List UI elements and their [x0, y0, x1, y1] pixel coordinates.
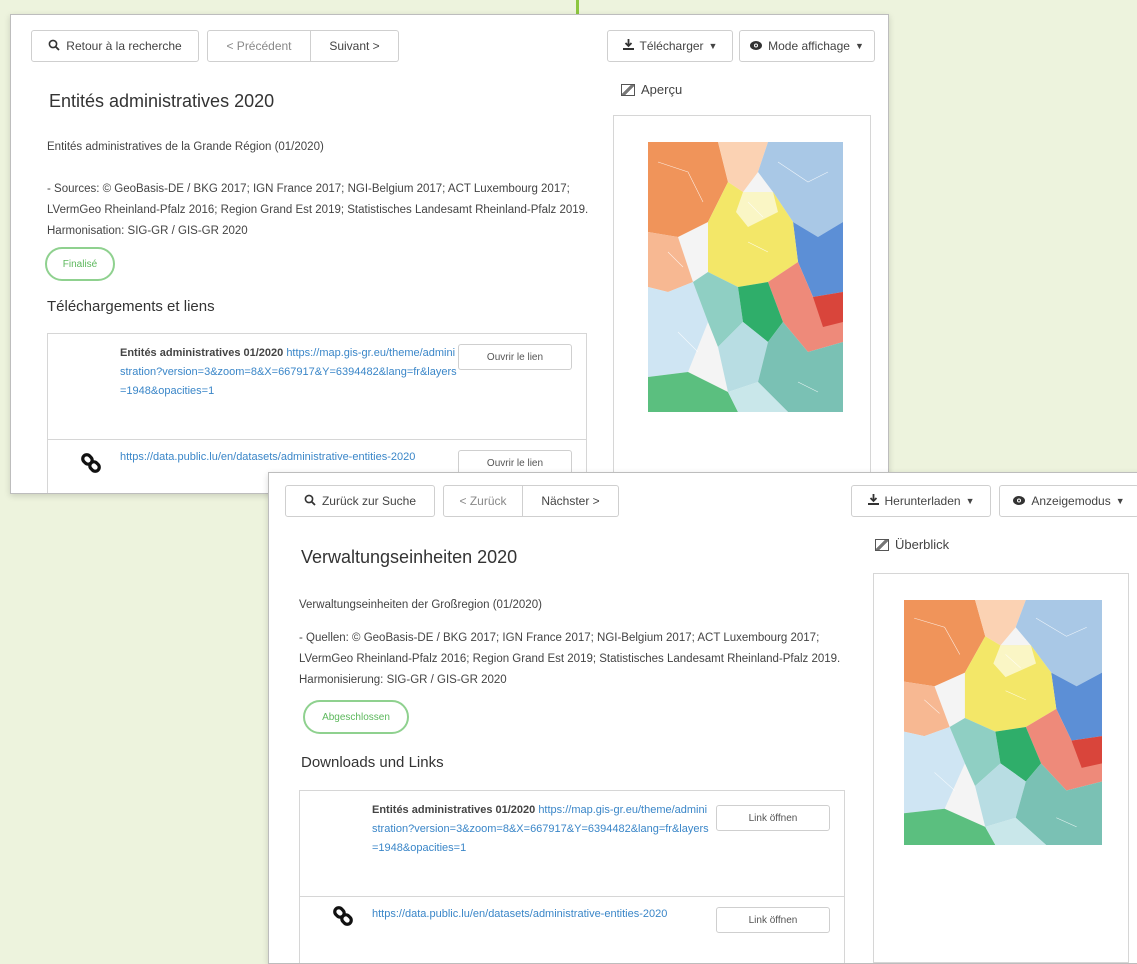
back-to-search-button[interactable]: Zurück zur Suche	[285, 485, 435, 517]
preview-label-text: Überblick	[895, 537, 950, 552]
eye-icon	[1013, 494, 1026, 508]
dataset-subtitle: Verwaltungseinheiten der Großregion (01/…	[299, 599, 542, 611]
screenshot-fr: Retour à la recherche < Précédent Suivan…	[10, 14, 889, 494]
link-url[interactable]: https://data.public.lu/en/datasets/admin…	[120, 451, 415, 463]
open-link-button[interactable]: Ouvrir le lien	[458, 344, 572, 370]
preview-thumbnail[interactable]	[613, 115, 871, 493]
page-title: Entités administratives 2020	[49, 91, 275, 111]
link-row: https://data.public.lu/en/datasets/admin…	[300, 897, 844, 963]
preview-thumbnail[interactable]	[873, 573, 1129, 963]
status-badge: Finalisé	[45, 247, 115, 281]
status-badge: Abgeschlossen	[303, 700, 409, 734]
image-icon	[875, 538, 889, 551]
download-icon	[867, 494, 879, 508]
pager: < Zurück Nächster >	[443, 485, 619, 517]
link-chain-icon	[78, 450, 104, 481]
link-name: Entités administratives 01/2020	[120, 347, 284, 359]
dataset-subtitle: Entités administratives de la Grande Rég…	[47, 141, 324, 153]
chevron-down-icon: ▼	[708, 41, 718, 51]
previous-button[interactable]: < Précédent	[207, 30, 311, 62]
download-label: Télécharger	[639, 39, 704, 53]
chevron-down-icon: ▼	[854, 41, 864, 51]
back-to-search-label: Retour à la recherche	[66, 39, 182, 53]
link-text[interactable]: https://data.public.lu/en/datasets/admin…	[372, 905, 672, 924]
next-button[interactable]: Suivant >	[311, 30, 399, 62]
back-to-search-label: Zurück zur Suche	[321, 494, 417, 508]
section-title-links: Downloads und Links	[301, 754, 444, 771]
decorative-line-top	[576, 0, 579, 14]
map-thumbnail	[904, 600, 1102, 845]
previous-button[interactable]: < Zurück	[443, 485, 523, 517]
link-name: Entités administratives 01/2020	[372, 804, 536, 816]
display-mode-button[interactable]: Anzeigemodus ▼	[999, 485, 1137, 517]
download-button[interactable]: Télécharger ▼	[607, 30, 733, 62]
link-row: Entités administratives 01/2020 https://…	[300, 791, 844, 896]
display-mode-label: Mode affichage	[768, 39, 850, 53]
next-button[interactable]: Nächster >	[523, 485, 619, 517]
link-url[interactable]: https://data.public.lu/en/datasets/admin…	[372, 908, 667, 920]
preview-label: Aperçu	[621, 82, 682, 97]
link-text[interactable]: Entités administratives 01/2020 https://…	[120, 344, 460, 401]
links-table: Entités administratives 01/2020 https://…	[47, 333, 587, 493]
screenshot-de: Zurück zur Suche < Zurück Nächster > Her…	[268, 472, 1137, 964]
link-chain-icon	[330, 903, 356, 934]
preview-label: Überblick	[875, 537, 949, 552]
page-title: Verwaltungseinheiten 2020	[301, 547, 518, 567]
image-icon	[621, 83, 635, 96]
chevron-down-icon: ▼	[965, 496, 975, 506]
download-icon	[622, 39, 634, 53]
search-icon	[304, 494, 316, 509]
search-icon	[48, 39, 60, 54]
download-label: Herunterladen	[884, 494, 961, 508]
link-text[interactable]: https://data.public.lu/en/datasets/admin…	[120, 448, 420, 467]
link-text[interactable]: Entités administratives 01/2020 https://…	[372, 801, 712, 858]
pager: < Précédent Suivant >	[207, 30, 399, 62]
preview-label-text: Aperçu	[641, 82, 683, 97]
dataset-sources: - Quellen: © GeoBasis-DE / BKG 2017; IGN…	[299, 632, 841, 686]
dataset-sources: - Sources: © GeoBasis-DE / BKG 2017; IGN…	[47, 183, 589, 237]
display-mode-label: Anzeigemodus	[1031, 494, 1111, 508]
links-table: Entités administratives 01/2020 https://…	[299, 790, 845, 963]
link-row: Entités administratives 01/2020 https://…	[48, 334, 586, 439]
back-to-search-button[interactable]: Retour à la recherche	[31, 30, 199, 62]
chevron-down-icon: ▼	[1115, 496, 1125, 506]
eye-icon	[750, 39, 763, 53]
section-title-links: Téléchargements et liens	[47, 298, 215, 315]
download-button[interactable]: Herunterladen ▼	[851, 485, 991, 517]
map-thumbnail	[648, 142, 843, 412]
display-mode-button[interactable]: Mode affichage ▼	[739, 30, 875, 62]
open-link-button[interactable]: Link öffnen	[716, 805, 830, 831]
open-link-button[interactable]: Link öffnen	[716, 907, 830, 933]
